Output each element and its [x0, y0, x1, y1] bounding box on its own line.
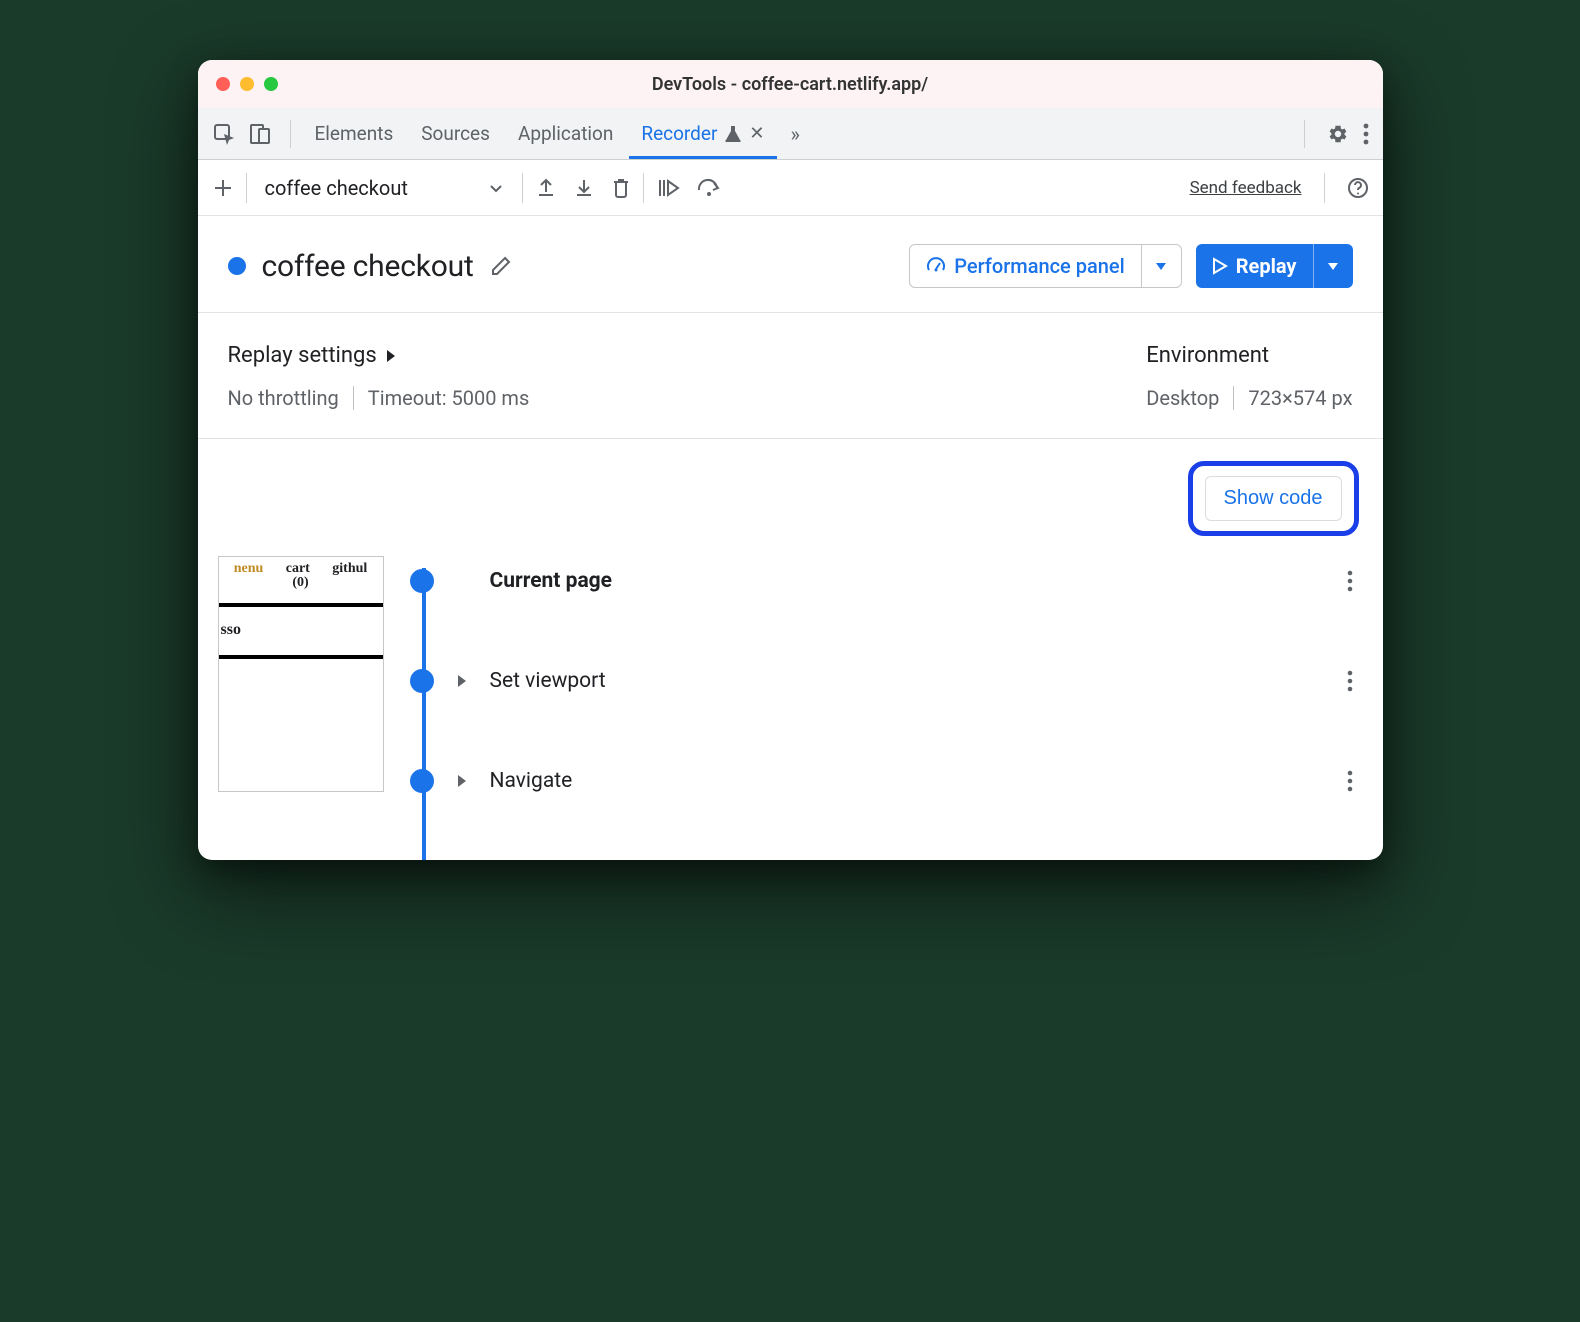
thumb-count-text: (0) [219, 575, 383, 591]
replay-dropdown-icon[interactable] [1313, 244, 1353, 288]
steps-area: nenu cart githul (0) sso Current page [198, 550, 1383, 860]
page-thumbnail: nenu cart githul (0) sso [218, 556, 384, 792]
throttling-value: No throttling [228, 386, 339, 410]
settings-gear-icon[interactable] [1327, 123, 1349, 145]
thumb-github-text: githul [332, 561, 367, 577]
tab-application[interactable]: Application [506, 108, 625, 159]
kebab-menu-icon[interactable] [1363, 123, 1369, 145]
gauge-icon [926, 256, 946, 276]
flask-icon [725, 125, 741, 143]
divider [643, 173, 644, 203]
thumb-sso-text: sso [219, 607, 383, 649]
step-dot [410, 769, 434, 793]
thumb-menu-text: nenu [234, 561, 264, 577]
tab-elements[interactable]: Elements [303, 108, 406, 159]
play-icon [1212, 257, 1228, 275]
more-tabs-icon[interactable]: » [781, 122, 810, 146]
close-tab-icon[interactable]: ✕ [749, 123, 764, 144]
close-window-button[interactable] [216, 77, 230, 91]
step-label: Current page [490, 569, 613, 593]
divider [290, 120, 291, 148]
recorder-toolbar: coffee checkout Send feedback [198, 160, 1383, 216]
show-code-button[interactable]: Show code [1205, 476, 1342, 521]
recording-select[interactable]: coffee checkout [259, 172, 510, 204]
step-play-icon[interactable] [656, 177, 680, 199]
replay-label: Replay [1236, 254, 1297, 278]
device-value: Desktop [1146, 386, 1219, 410]
import-icon[interactable] [573, 177, 595, 199]
timeline-line [422, 568, 426, 860]
show-code-section: Show code [198, 439, 1383, 550]
divider [522, 173, 523, 203]
step-current-page[interactable]: Current page [410, 556, 1359, 606]
environment-heading: Environment [1146, 343, 1269, 368]
send-feedback-link[interactable]: Send feedback [1190, 178, 1302, 198]
performance-panel-label: Performance panel [954, 254, 1125, 278]
annotation-highlight: Show code [1188, 461, 1359, 536]
tab-sources[interactable]: Sources [409, 108, 502, 159]
step-menu-icon[interactable] [1347, 570, 1359, 592]
step-dot [410, 669, 434, 693]
delete-icon[interactable] [611, 177, 631, 199]
replay-button[interactable]: Replay [1196, 244, 1353, 288]
edit-title-icon[interactable] [490, 255, 512, 277]
divider [246, 173, 247, 203]
step-over-icon[interactable] [696, 178, 722, 198]
expand-caret-icon[interactable] [452, 673, 472, 689]
timeline: Current page Set viewport [410, 556, 1359, 860]
performance-panel-button[interactable]: Performance panel [909, 244, 1182, 288]
new-recording-icon[interactable] [212, 177, 234, 199]
step-menu-icon[interactable] [1347, 770, 1359, 792]
divider [1304, 120, 1305, 148]
device-toggle-icon[interactable] [248, 122, 272, 146]
recording-select-label: coffee checkout [265, 176, 408, 200]
tab-recorder[interactable]: Recorder ✕ [629, 108, 776, 159]
timeout-value: Timeout: 5000 ms [368, 386, 530, 410]
divider [1324, 173, 1325, 203]
chevron-right-icon [385, 348, 397, 364]
divider [1233, 386, 1234, 410]
step-label: Set viewport [490, 669, 606, 693]
step-set-viewport[interactable]: Set viewport [410, 656, 1359, 706]
performance-dropdown-icon[interactable] [1141, 245, 1181, 287]
expand-caret-icon[interactable] [452, 773, 472, 789]
window-title: DevTools - coffee-cart.netlify.app/ [198, 74, 1383, 95]
export-icon[interactable] [535, 177, 557, 199]
step-label: Navigate [490, 769, 573, 793]
replay-settings-toggle[interactable]: Replay settings [228, 343, 530, 368]
recording-status-dot [228, 257, 246, 275]
maximize-window-button[interactable] [264, 77, 278, 91]
viewport-value: 723×574 px [1248, 386, 1352, 410]
step-navigate[interactable]: Navigate [410, 756, 1359, 806]
recording-title: coffee checkout [262, 249, 474, 284]
traffic-lights [216, 77, 278, 91]
divider [353, 386, 354, 410]
settings-section: Replay settings No throttling Timeout: 5… [198, 313, 1383, 439]
help-icon[interactable] [1347, 177, 1369, 199]
chevron-down-icon [488, 180, 504, 196]
step-menu-icon[interactable] [1347, 670, 1359, 692]
titlebar: DevTools - coffee-cart.netlify.app/ [198, 60, 1383, 108]
devtools-window: DevTools - coffee-cart.netlify.app/ Elem… [198, 60, 1383, 860]
minimize-window-button[interactable] [240, 77, 254, 91]
tabs-bar: Elements Sources Application Recorder ✕ … [198, 108, 1383, 160]
step-dot [410, 569, 434, 593]
replay-settings-heading: Replay settings [228, 343, 377, 368]
inspect-element-icon[interactable] [212, 122, 236, 146]
recording-header: coffee checkout Performance panel [198, 216, 1383, 313]
